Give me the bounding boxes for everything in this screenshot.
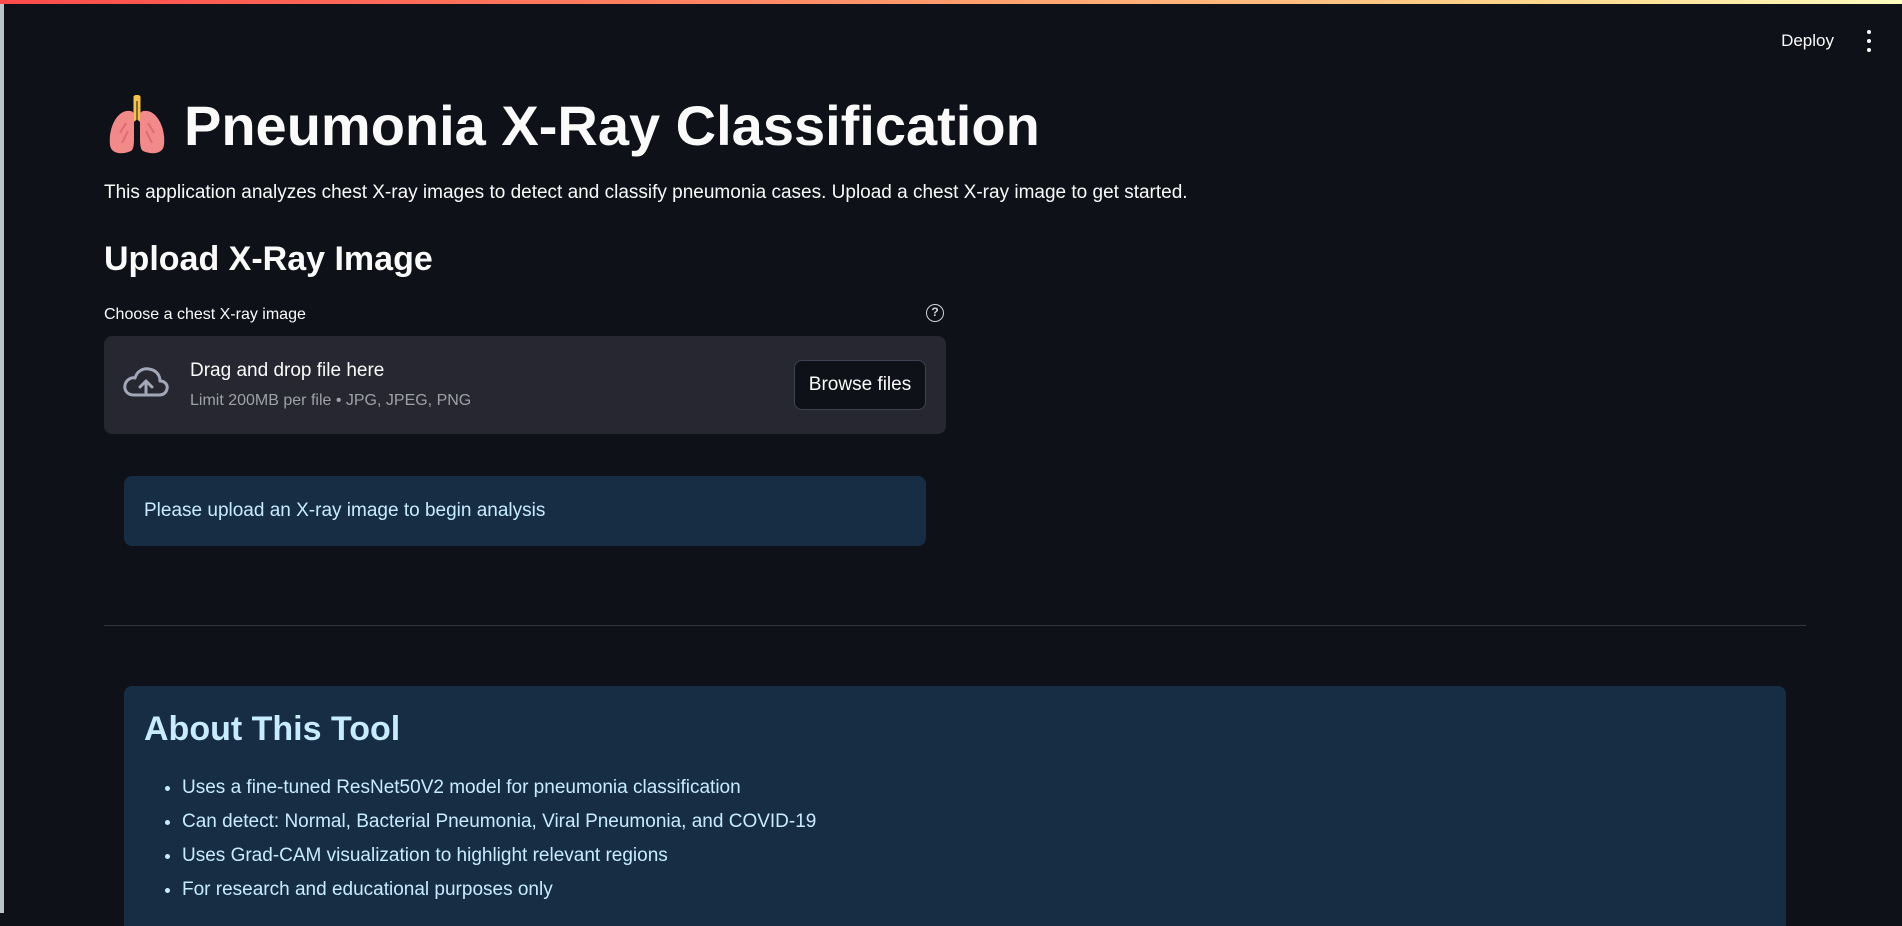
cloud-upload-icon [123,367,169,397]
about-list: Uses a fine-tuned ResNet50V2 model for p… [144,771,1766,907]
title-row: Pneumonia X-Ray Classification [104,90,1806,160]
info-alert: Please upload an X-ray image to begin an… [124,476,926,546]
upload-heading: Upload X-Ray Image [104,240,433,278]
about-list-item: For research and educational purposes on… [182,873,1766,907]
deploy-button[interactable]: Deploy [1781,31,1834,51]
intro-text: This application analyzes chest X-ray im… [104,182,1188,203]
help-circle-icon[interactable]: ? [926,304,944,322]
info-alert-text: Please upload an X-ray image to begin an… [144,500,546,521]
about-list-item: Can detect: Normal, Bacterial Pneumonia,… [182,805,1766,839]
about-title: About This Tool [144,710,401,748]
about-list-item: Uses Grad-CAM visualization to highlight… [182,839,1766,873]
browse-files-button[interactable]: Browse files [794,360,926,410]
kebab-menu-icon[interactable] [1862,30,1876,52]
section-divider [104,625,1806,626]
dropzone-title: Drag and drop file here [190,360,385,381]
about-list-item: Uses a fine-tuned ResNet50V2 model for p… [182,771,1766,805]
uploader-label: Choose a chest X-ray image [104,306,306,323]
window-left-edge [0,4,4,913]
app-header: Deploy [1781,30,1876,52]
main-content: Pneumonia X-Ray Classification This appl… [104,90,1806,926]
about-box: About This Tool Uses a fine-tuned ResNet… [124,686,1786,926]
page-title: Pneumonia X-Ray Classification [184,93,1040,157]
lungs-icon [109,95,165,154]
top-decoration-bar [0,0,1902,4]
file-dropzone[interactable]: Drag and drop file here Limit 200MB per … [104,336,946,434]
dropzone-limit: Limit 200MB per file • JPG, JPEG, PNG [190,392,472,409]
